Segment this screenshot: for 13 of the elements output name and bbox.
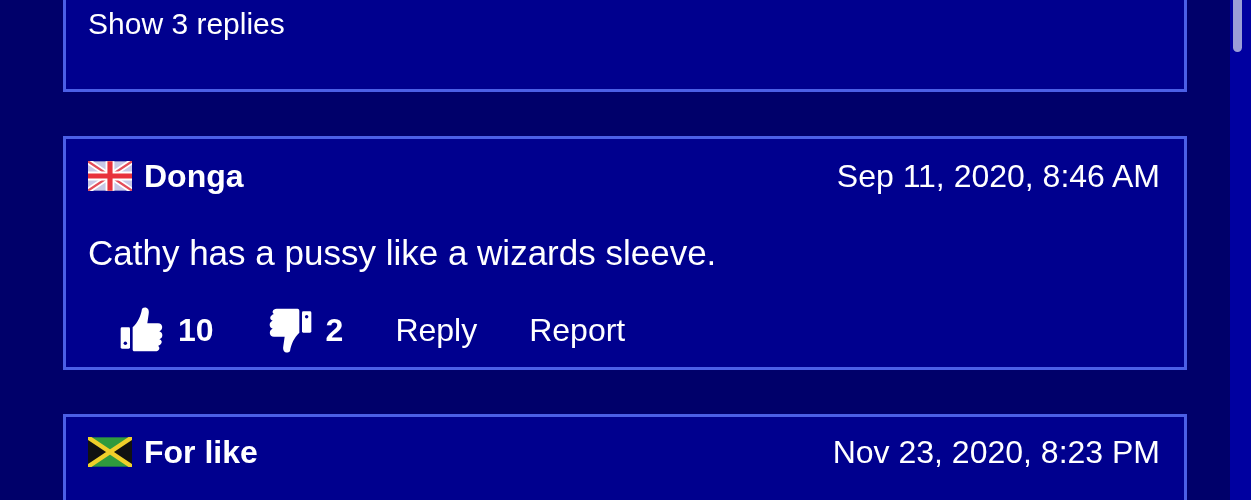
comment-date: Sep 11, 2020, 8:46 AM <box>836 157 1160 195</box>
like-button[interactable]: 10 <box>118 306 214 354</box>
scrollbar-thumb[interactable] <box>1233 0 1242 52</box>
flag-icon <box>88 437 132 467</box>
author-name: Donga <box>144 157 244 195</box>
comment-text: Cathy has a pussy like a wizards sleeve. <box>88 232 718 274</box>
report-link[interactable]: Report <box>529 311 626 349</box>
comment-date: Nov 23, 2020, 8:23 PM <box>832 433 1160 471</box>
show-replies-link[interactable]: Show 3 replies <box>88 7 285 40</box>
reply-link[interactable]: Reply <box>395 311 478 349</box>
dislike-button[interactable]: 2 <box>265 306 344 354</box>
author-name: For like <box>144 433 258 471</box>
flag-icon <box>88 161 132 191</box>
